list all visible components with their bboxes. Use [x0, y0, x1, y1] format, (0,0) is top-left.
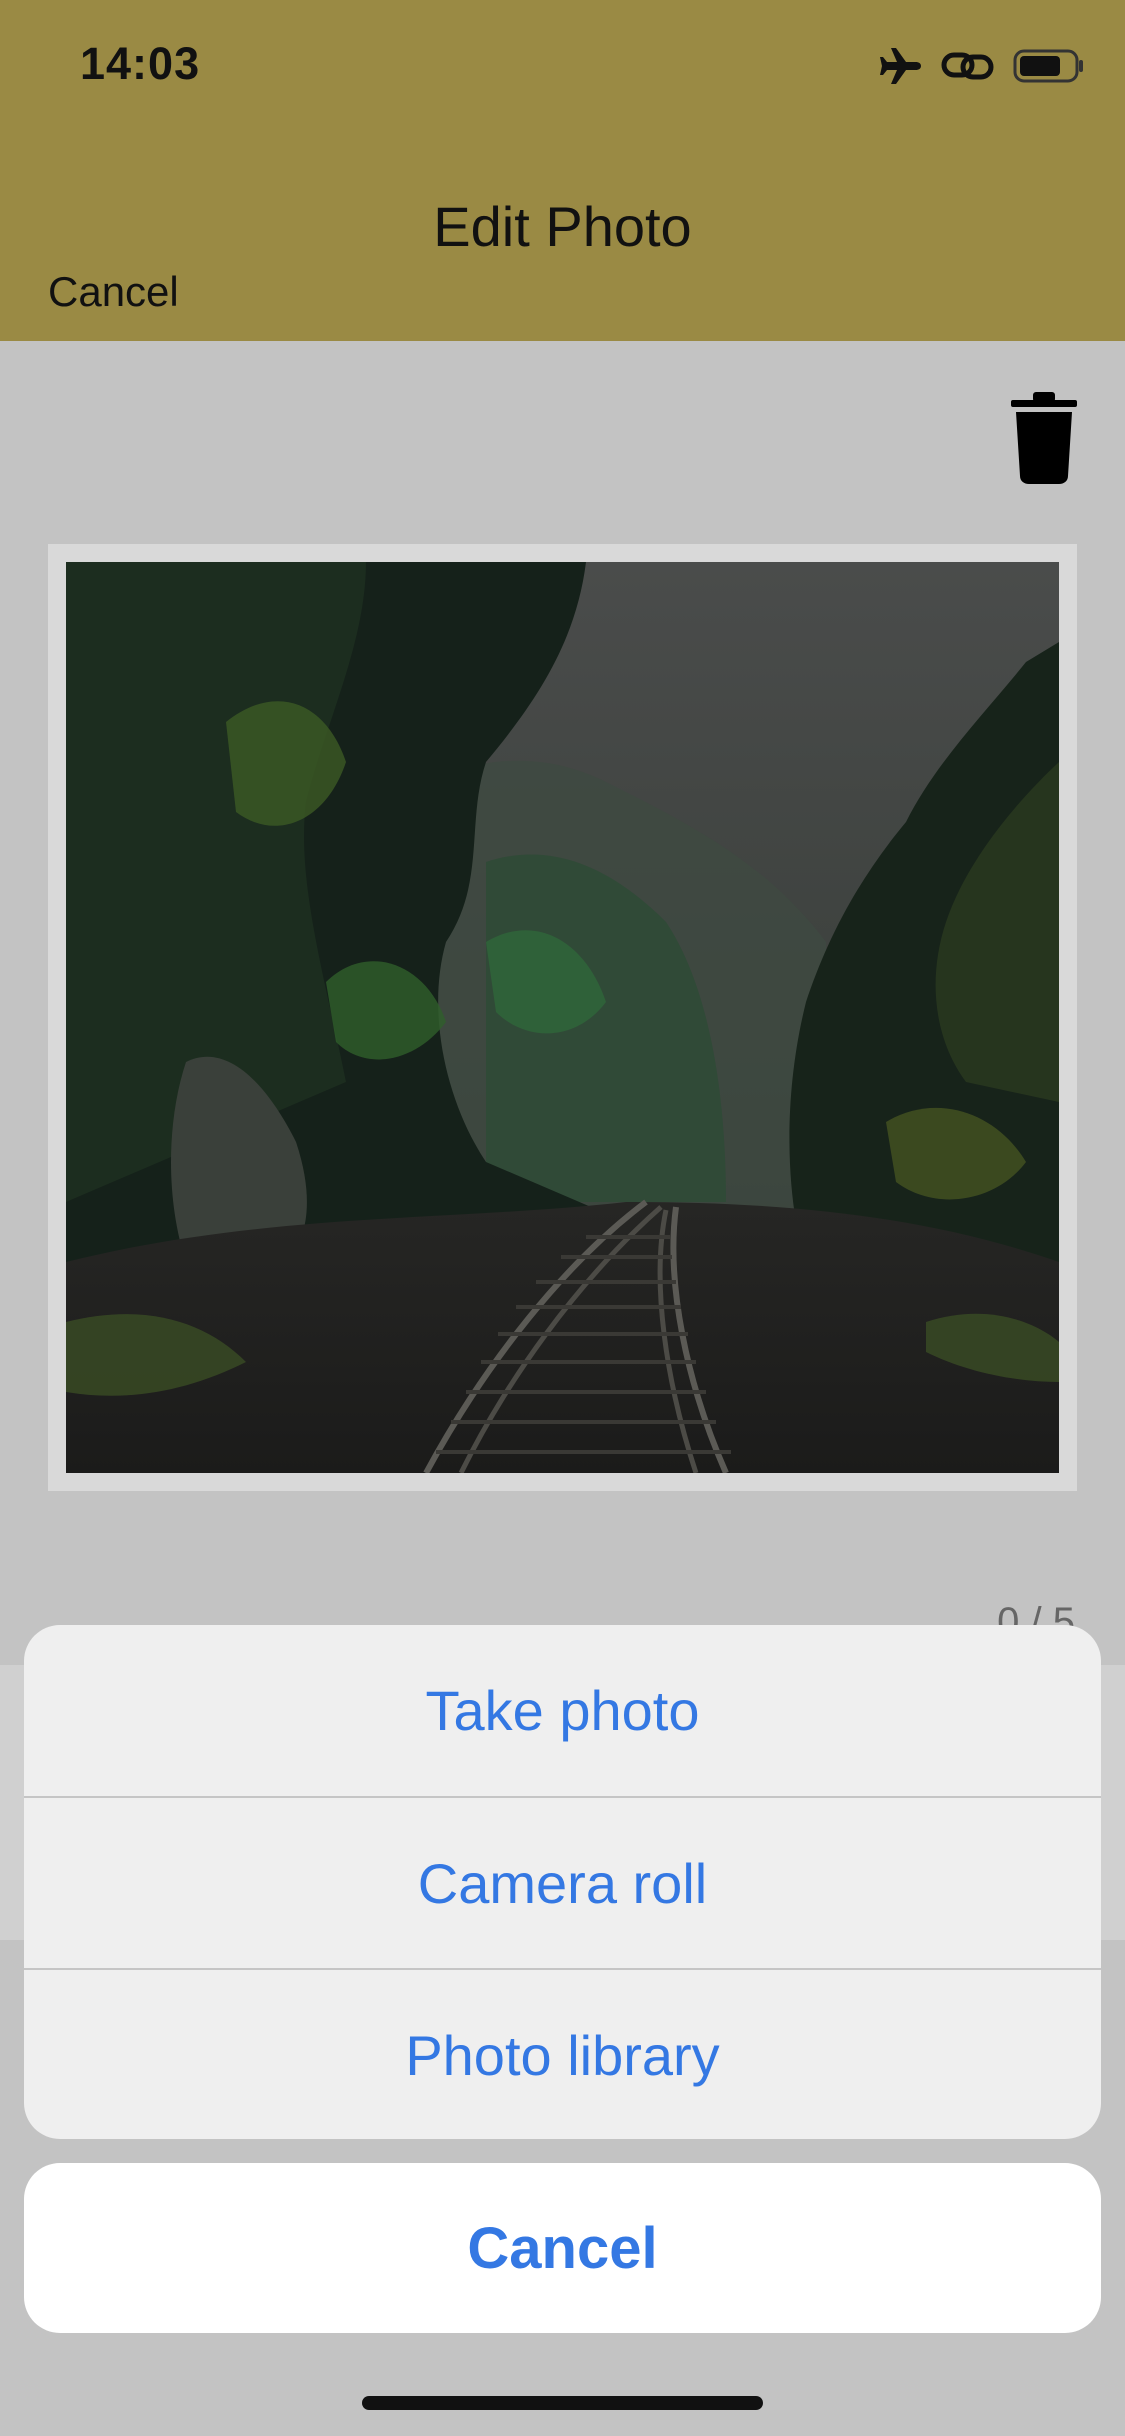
- status-icons: [879, 46, 1085, 90]
- action-sheet: Take photo Camera roll Photo library: [24, 1625, 1101, 2139]
- trash-icon: [1011, 392, 1077, 484]
- airplane-icon: [879, 46, 923, 91]
- status-time: 14:03: [80, 38, 201, 89]
- take-photo-button[interactable]: Take photo: [24, 1625, 1101, 1796]
- page-title: Edit Photo: [433, 195, 692, 258]
- photo-frame: [48, 544, 1077, 1491]
- forest-railway-photo[interactable]: [66, 562, 1059, 1473]
- photo-library-button[interactable]: Photo library: [24, 1970, 1101, 2139]
- navigation-bar: 14:03 Edit Photo Cancel: [0, 0, 1125, 341]
- edit-photo-screen: 14:03 Edit Photo Cancel 0 / 5 Take photo…: [0, 0, 1125, 2436]
- delete-photo-button[interactable]: [1011, 392, 1077, 484]
- header-cancel-button[interactable]: Cancel: [48, 268, 179, 316]
- home-indicator[interactable]: [362, 2396, 763, 2410]
- camera-roll-button[interactable]: Camera roll: [24, 1798, 1101, 1969]
- link-icon: [941, 46, 995, 91]
- action-sheet-cancel-button[interactable]: Cancel: [24, 2163, 1101, 2333]
- battery-icon: [1013, 48, 1085, 89]
